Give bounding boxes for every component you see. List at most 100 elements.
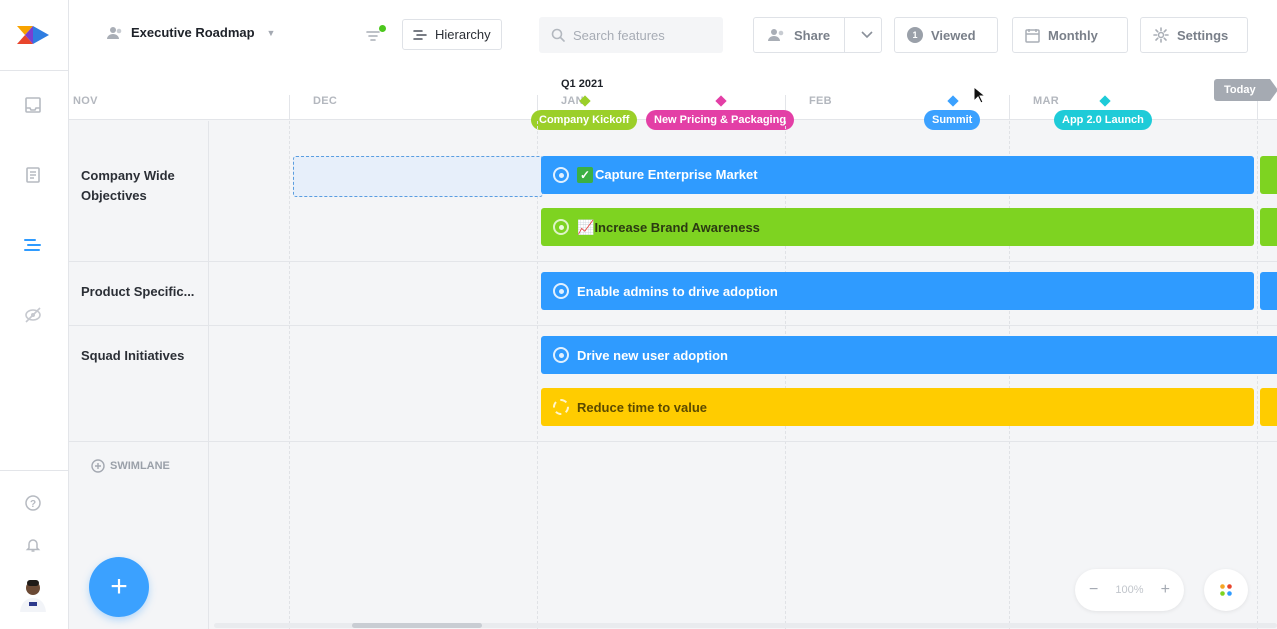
apps-button[interactable] — [1204, 569, 1248, 611]
month-label: NOV — [73, 95, 98, 107]
apps-dots-icon — [1220, 584, 1232, 596]
month-label: FEB — [809, 95, 832, 107]
month-gridline — [289, 121, 290, 629]
notifications-bell-icon[interactable] — [24, 536, 42, 554]
share-button[interactable]: Share — [754, 18, 846, 52]
hierarchy-label: Hierarchy — [435, 27, 491, 42]
lane-divider — [69, 325, 1277, 326]
bar-label: Drive new user adoption — [577, 347, 728, 363]
hidden-eye-icon[interactable] — [24, 306, 42, 324]
swimlane-label[interactable]: Squad Initiatives — [81, 346, 201, 366]
search-icon — [551, 28, 565, 42]
monthly-view-button[interactable]: Monthly — [1012, 17, 1128, 53]
svg-text:?: ? — [30, 499, 36, 510]
zoom-control: − 100% + — [1075, 569, 1184, 611]
user-avatar[interactable] — [17, 576, 49, 612]
hierarchy-button[interactable]: Hierarchy — [402, 19, 502, 50]
search-input[interactable] — [573, 27, 713, 43]
swimlane-label[interactable]: Product Specific... — [81, 282, 201, 302]
rail-divider — [0, 470, 68, 471]
inbox-icon[interactable] — [24, 96, 42, 114]
settings-button[interactable]: Settings — [1140, 17, 1248, 53]
checkmark-emoji-icon: ✓ — [577, 167, 593, 183]
bar-increase-brand-awareness[interactable]: 📈Increase Brand Awareness — [541, 208, 1254, 246]
bar-label: Reduce time to value — [577, 399, 708, 415]
quarter-label: Q1 2021 — [561, 78, 604, 90]
month-divider — [1009, 95, 1010, 120]
rail-divider — [0, 70, 68, 71]
month-gridline — [1009, 121, 1010, 629]
bar-overflow-edge[interactable] — [1260, 208, 1277, 246]
left-rail: ? — [0, 0, 69, 629]
hierarchy-icon — [413, 29, 427, 40]
bar-overflow-edge[interactable] — [1260, 388, 1277, 426]
roadmap-selector[interactable]: Executive Roadmap ▼ — [107, 25, 275, 40]
month-label: DEC — [313, 95, 338, 107]
roadmap-grid: Company Wide Objectives Product Specific… — [69, 121, 1277, 629]
today-marker[interactable]: Today — [1214, 79, 1277, 101]
milestone-diamond-icon — [1099, 95, 1111, 107]
viewed-label: Viewed — [931, 27, 976, 43]
zoom-in-button[interactable]: + — [1161, 581, 1170, 599]
status-ring-icon — [553, 399, 569, 415]
chart-up-emoji-icon: 📈 — [577, 218, 595, 235]
bar-label: Enable admins to drive adoption — [577, 283, 778, 299]
bar-enable-admins[interactable]: Enable admins to drive adoption — [541, 272, 1254, 310]
bar-capture-enterprise-market[interactable]: ✓ Capture Enterprise Market — [541, 156, 1254, 194]
mouse-cursor-icon — [973, 85, 987, 104]
lane-column-divider — [208, 121, 209, 629]
viewed-count-badge: 1 — [907, 27, 923, 43]
horizontal-scrollbar[interactable] — [214, 623, 1277, 628]
chevron-down-icon — [861, 31, 873, 39]
milestone-diamond-icon — [947, 95, 959, 107]
roadmap-icon[interactable] — [24, 236, 42, 254]
zoom-level: 100% — [1115, 584, 1144, 596]
monthly-label: Monthly — [1048, 27, 1098, 43]
month-gridline — [1257, 121, 1258, 629]
search-box[interactable] — [539, 17, 723, 53]
filter-button[interactable] — [366, 25, 386, 44]
month-gridline — [537, 121, 538, 629]
plus-icon: + — [110, 570, 128, 603]
share-dropdown-button[interactable] — [853, 18, 881, 52]
zoom-out-button[interactable]: − — [1089, 581, 1098, 599]
add-item-button[interactable]: + — [89, 557, 149, 617]
settings-label: Settings — [1177, 27, 1229, 43]
timeline-header: Q1 2021 NOV DEC JAN FEB MAR Today Compan… — [69, 70, 1277, 130]
month-divider — [289, 95, 290, 120]
team-icon — [107, 26, 122, 39]
scrollbar-thumb[interactable] — [352, 623, 482, 628]
app-logo[interactable] — [14, 18, 52, 52]
drag-placeholder — [293, 156, 543, 197]
bar-overflow-edge[interactable] — [1260, 272, 1277, 310]
add-swimlane-button[interactable]: SWIMLANE — [91, 459, 170, 473]
share-label: Share — [794, 27, 831, 43]
filter-active-indicator — [379, 25, 386, 32]
gear-icon — [1153, 27, 1169, 43]
chevron-down-icon: ▼ — [266, 27, 276, 38]
document-icon[interactable] — [24, 166, 42, 184]
plus-circle-icon — [91, 459, 105, 473]
status-ring-icon — [553, 219, 569, 235]
calendar-icon — [1025, 28, 1040, 43]
swimlane-label[interactable]: Company Wide Objectives — [81, 166, 201, 206]
add-swimlane-label: SWIMLANE — [110, 460, 170, 472]
lane-divider — [69, 441, 1277, 442]
share-button-group: Share — [753, 17, 882, 53]
month-gridline — [785, 121, 786, 629]
month-label: MAR — [1033, 95, 1059, 107]
status-ring-icon — [553, 347, 569, 363]
lane-divider — [69, 261, 1277, 262]
status-ring-icon — [553, 167, 569, 183]
people-icon — [768, 29, 784, 41]
bar-label: Capture Enterprise Market — [595, 167, 758, 182]
bar-drive-new-user-adoption[interactable]: Drive new user adoption — [541, 336, 1277, 374]
help-icon[interactable]: ? — [24, 494, 42, 512]
milestone-diamond-icon — [715, 95, 727, 107]
status-ring-icon — [553, 283, 569, 299]
viewed-button[interactable]: 1 Viewed — [894, 17, 998, 53]
bar-overflow-edge[interactable] — [1260, 156, 1277, 194]
roadmap-title: Executive Roadmap — [131, 25, 255, 40]
bar-reduce-time-to-value[interactable]: Reduce time to value — [541, 388, 1254, 426]
bar-label: Increase Brand Awareness — [594, 219, 760, 235]
